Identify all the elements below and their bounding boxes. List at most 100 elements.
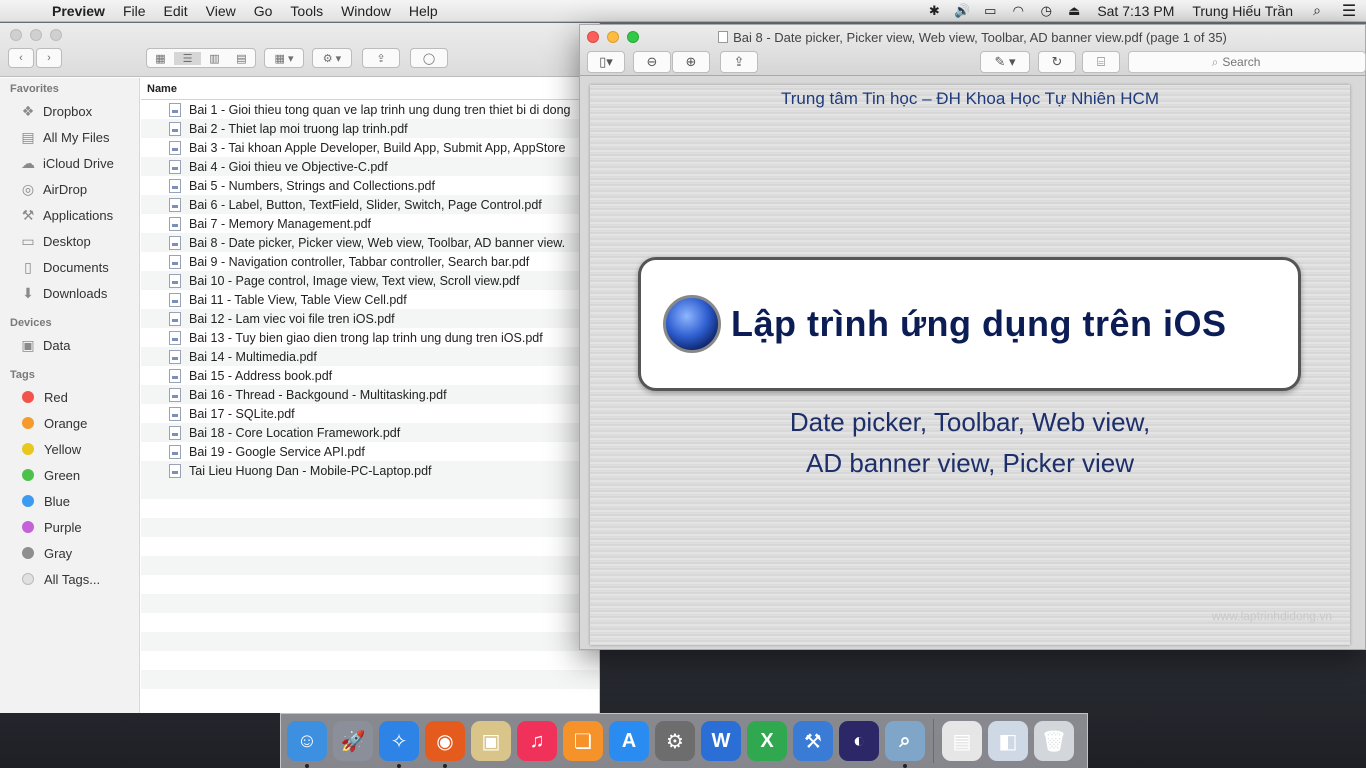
file-row[interactable]: Bai 17 - SQLite.pdf (141, 404, 599, 423)
tag-blue[interactable]: Blue (0, 488, 139, 514)
cover-flow-icon[interactable]: ▤ (228, 52, 255, 65)
sidebar-item-icloud-drive[interactable]: ☁ iCloud Drive (0, 150, 139, 176)
menu-go[interactable]: Go (245, 3, 282, 19)
file-row[interactable]: Bai 1 - Gioi thieu tong quan ve lap trin… (141, 100, 599, 119)
dock-ibooks-icon[interactable]: ❏ (563, 721, 603, 761)
menu-tools[interactable]: Tools (281, 3, 332, 19)
file-row[interactable]: Tai Lieu Huong Dan - Mobile-PC-Laptop.pd… (141, 461, 599, 480)
file-row[interactable]: Bai 4 - Gioi thieu ve Objective-C.pdf (141, 157, 599, 176)
tag-label: Red (44, 389, 68, 405)
spotlight-search-icon[interactable]: ⌕ (1302, 2, 1332, 19)
dock-system-preferences-icon[interactable]: ⚙ (655, 721, 695, 761)
sidebar-item-dropbox[interactable]: ❖ Dropbox (0, 98, 139, 124)
file-row[interactable]: Bai 2 - Thiet lap moi truong lap trinh.p… (141, 119, 599, 138)
icon-view-icon[interactable]: ▦ (147, 52, 174, 65)
menu-file[interactable]: File (114, 3, 155, 19)
file-row[interactable]: Bai 3 - Tai khoan Apple Developer, Build… (141, 138, 599, 157)
dock-xcode-icon[interactable]: ⚒ (793, 721, 833, 761)
tag-red[interactable]: Red (0, 384, 139, 410)
search-field[interactable]: ⌕ (1128, 51, 1366, 73)
pdf-page[interactable]: Trung tâm Tin học – ĐH Khoa Học Tự Nhiên… (590, 85, 1350, 645)
column-view-icon[interactable]: ▥ (201, 52, 228, 65)
sidebar-item-all-my-files[interactable]: ▤ All My Files (0, 124, 139, 150)
battery-icon[interactable]: ▭ (976, 3, 1004, 19)
bluetooth-status-icon[interactable]: ✱ (920, 3, 948, 19)
file-row[interactable]: Bai 5 - Numbers, Strings and Collections… (141, 176, 599, 195)
name-column-header[interactable]: Name (141, 78, 599, 100)
time-machine-icon[interactable]: ◷ (1032, 3, 1060, 19)
zoom-button[interactable] (50, 29, 62, 41)
zoom-in-button[interactable]: ⊕ (672, 51, 710, 73)
back-button[interactable]: ‹ (8, 48, 34, 68)
tag-orange[interactable]: Orange (0, 410, 139, 436)
view-mode-selector[interactable]: ▦ ☰ ▥ ▤ (146, 48, 256, 68)
markup-button[interactable]: ✎ ▾ (980, 51, 1030, 73)
file-row[interactable]: Bai 8 - Date picker, Picker view, Web vi… (141, 233, 599, 252)
tag-gray[interactable]: Gray (0, 540, 139, 566)
file-row[interactable]: Bai 7 - Memory Management.pdf (141, 214, 599, 233)
rotate-button[interactable]: ↻ (1038, 51, 1076, 73)
share-button[interactable]: ⇪ (362, 48, 400, 68)
sidebar-item-downloads[interactable]: ⬇ Downloads (0, 280, 139, 306)
close-button[interactable] (10, 29, 22, 41)
dock-preview-icon[interactable]: ⌕ (885, 721, 925, 768)
dock-itunes-icon[interactable]: ♫ (517, 721, 557, 761)
sidebar-item-label: iCloud Drive (43, 155, 114, 171)
forward-button[interactable]: › (36, 48, 62, 68)
dock-launchpad-icon[interactable]: 🚀 (333, 721, 373, 761)
menu-clock[interactable]: Sat 7:13 PM (1088, 3, 1183, 19)
search-input[interactable] (1222, 55, 1283, 69)
dock-safari-icon[interactable]: ✧ (379, 721, 419, 768)
tags-button[interactable]: ◯ (410, 48, 448, 68)
app-menu[interactable]: Preview (44, 3, 114, 19)
list-view-icon[interactable]: ☰ (174, 51, 201, 65)
tag-yellow[interactable]: Yellow (0, 436, 139, 462)
dock-preview-app-icon[interactable]: ▣ (471, 721, 511, 761)
dock-trash-icon[interactable]: 🗑 (1034, 721, 1074, 761)
volume-icon[interactable]: 🔊 (948, 3, 976, 19)
tag-purple[interactable]: Purple (0, 514, 139, 540)
dock-microsoft-word-icon[interactable]: W (701, 721, 741, 761)
minimize-button[interactable] (30, 29, 42, 41)
dock-finder-icon[interactable]: ☺ (287, 721, 327, 768)
user-menu[interactable]: Trung Hiếu Trần (1183, 3, 1302, 19)
file-row[interactable]: Bai 11 - Table View, Table View Cell.pdf (141, 290, 599, 309)
sidebar-item-data[interactable]: ▣ Data (0, 332, 139, 358)
sidebar-item-airdrop[interactable]: ◎ AirDrop (0, 176, 139, 202)
file-row[interactable]: Bai 18 - Core Location Framework.pdf (141, 423, 599, 442)
file-row[interactable]: Bai 10 - Page control, Image view, Text … (141, 271, 599, 290)
sidebar-item-desktop[interactable]: ▭ Desktop (0, 228, 139, 254)
tag-green[interactable]: Green (0, 462, 139, 488)
dock-firefox-icon[interactable]: ◉ (425, 721, 465, 768)
tag-all-tags[interactable]: All Tags... (0, 566, 139, 592)
menu-window[interactable]: Window (332, 3, 400, 19)
dock-document-stack-icon[interactable]: ▤ (942, 721, 982, 761)
eject-icon[interactable]: ⏏ (1060, 3, 1088, 19)
dock-downloads-stack-icon[interactable]: ◧ (988, 721, 1028, 761)
share-button[interactable]: ⇪ (720, 51, 758, 73)
notification-center-icon[interactable]: ☰ (1332, 1, 1366, 21)
file-name: Bai 15 - Address book.pdf (189, 368, 333, 383)
file-row[interactable]: Bai 15 - Address book.pdf (141, 366, 599, 385)
file-row[interactable]: Bai 19 - Google Service API.pdf (141, 442, 599, 461)
file-row[interactable]: Bai 14 - Multimedia.pdf (141, 347, 599, 366)
file-row[interactable]: Bai 9 - Navigation controller, Tabbar co… (141, 252, 599, 271)
sidebar-toggle-button[interactable]: ▯▾ (587, 51, 625, 73)
sidebar-item-documents[interactable]: ▯ Documents (0, 254, 139, 280)
action-button[interactable]: ⚙ ▾ (312, 48, 352, 68)
menu-edit[interactable]: Edit (155, 3, 197, 19)
dock-eclipse-icon[interactable]: ◐ (839, 721, 879, 761)
menu-view[interactable]: View (197, 3, 245, 19)
zoom-out-button[interactable]: ⊖ (633, 51, 671, 73)
wifi-icon[interactable]: ◠ (1004, 3, 1032, 19)
dock-app-store-icon[interactable]: A (609, 721, 649, 761)
file-row[interactable]: Bai 6 - Label, Button, TextField, Slider… (141, 195, 599, 214)
sidebar-item-applications[interactable]: ⚒ Applications (0, 202, 139, 228)
file-row[interactable]: Bai 16 - Thread - Backgound - Multitaski… (141, 385, 599, 404)
file-row[interactable]: Bai 12 - Lam viec voi file tren iOS.pdf (141, 309, 599, 328)
arrange-button[interactable]: ▦ ▾ (264, 48, 304, 68)
menu-help[interactable]: Help (400, 3, 447, 19)
toolbox-button[interactable]: ⌸ (1082, 51, 1120, 73)
file-row[interactable]: Bai 13 - Tuy bien giao dien trong lap tr… (141, 328, 599, 347)
dock-microsoft-excel-icon[interactable]: X (747, 721, 787, 761)
